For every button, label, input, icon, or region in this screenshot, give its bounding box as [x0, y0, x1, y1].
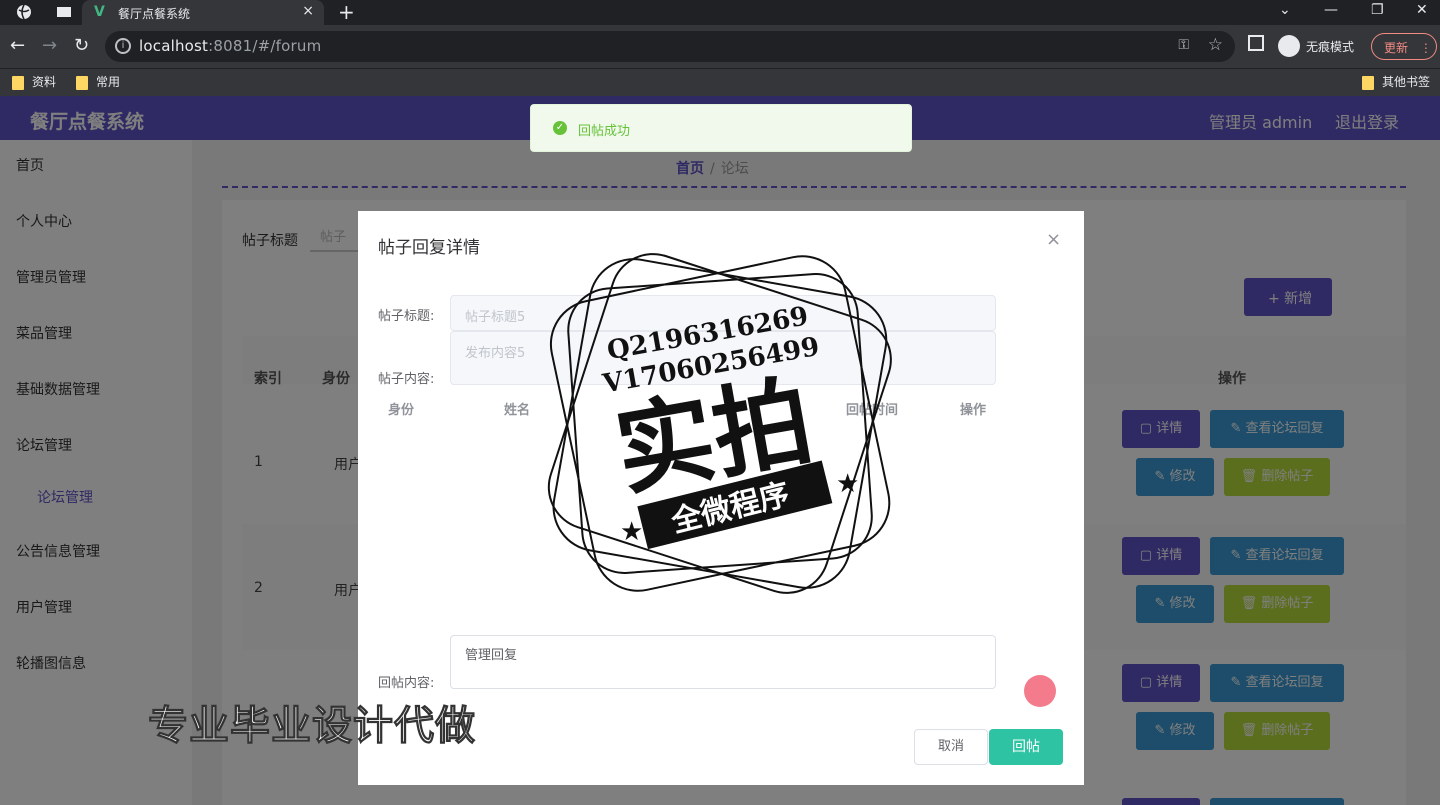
url-field[interactable]: i localhost:8081/#/forum ⚿ ☆	[105, 31, 1235, 62]
update-button[interactable]: 更新 ⋮	[1371, 33, 1437, 60]
url-text: localhost:8081/#/forum	[139, 37, 322, 55]
success-toast: ✓ 回帖成功	[530, 104, 912, 152]
browser-tab[interactable]: V 餐厅点餐系统 ×	[82, 0, 324, 25]
toast-message: 回帖成功	[578, 124, 631, 139]
back-icon[interactable]: ←	[10, 35, 25, 57]
reload-icon[interactable]: ↻	[74, 35, 89, 57]
restore-icon[interactable]: ❐	[1371, 2, 1384, 18]
close-tab-icon[interactable]: ×	[302, 3, 314, 19]
reply-content-label: 回帖内容:	[378, 676, 435, 691]
col-identity: 身份	[388, 403, 415, 418]
post-content-label: 帖子内容:	[378, 372, 435, 387]
new-tab-button[interactable]: +	[338, 0, 355, 24]
close-icon[interactable]: ×	[1046, 229, 1061, 250]
watermark-footer: 专业毕业设计代做	[148, 703, 476, 750]
incognito-label: 无痕模式	[1306, 40, 1355, 54]
dialog-title: 帖子回复详情	[378, 238, 480, 258]
bookmarks-bar: 资料 常用 其他书签	[0, 68, 1440, 96]
key-icon[interactable]: ⚿	[1178, 37, 1189, 53]
mouse-cursor-highlight	[1024, 675, 1056, 707]
star-icon: ★	[620, 517, 643, 547]
star-icon: ★	[836, 469, 859, 499]
tab-title: 餐厅点餐系统	[118, 7, 191, 21]
tab-search-icon[interactable]: ⌄	[1279, 2, 1291, 18]
forward-icon[interactable]: →	[42, 35, 57, 57]
submit-reply-button[interactable]: 回帖	[989, 729, 1063, 765]
incognito-icon[interactable]	[1278, 35, 1300, 57]
success-icon: ✓	[553, 121, 567, 135]
folder-icon	[76, 75, 88, 90]
reply-content-input[interactable]: 管理回复	[450, 635, 996, 689]
watermark-stamp: Q2196316269 V17060256499 实拍 全微程序 ★ ★	[547, 253, 892, 594]
window-icon[interactable]	[56, 4, 72, 20]
globe-icon[interactable]	[16, 4, 32, 20]
post-title-label: 帖子标题:	[378, 309, 435, 324]
cancel-button[interactable]: 取消	[914, 729, 988, 765]
star-icon[interactable]: ☆	[1208, 35, 1223, 55]
close-window-icon[interactable]: ✕	[1416, 2, 1428, 18]
col-actions: 操作	[960, 403, 987, 418]
col-name: 姓名	[504, 403, 531, 418]
bookmark-folder-changyong[interactable]: 常用	[76, 73, 120, 91]
browser-tab-bar: V 餐厅点餐系统 × + ⌄ — ❐ ✕	[0, 0, 1440, 25]
minimize-icon[interactable]: —	[1324, 2, 1338, 18]
site-info-icon[interactable]: i	[115, 38, 131, 54]
vue-logo-icon: V	[94, 4, 105, 20]
address-bar: ← → ↻ i localhost:8081/#/forum ⚿ ☆ 无痕模式 …	[0, 25, 1440, 68]
folder-icon	[1362, 75, 1374, 90]
bookmark-folder-ziliao[interactable]: 资料	[12, 73, 56, 91]
folder-icon	[12, 75, 24, 90]
side-panel-icon[interactable]	[1248, 35, 1264, 51]
other-bookmarks[interactable]: 其他书签	[1362, 73, 1430, 91]
